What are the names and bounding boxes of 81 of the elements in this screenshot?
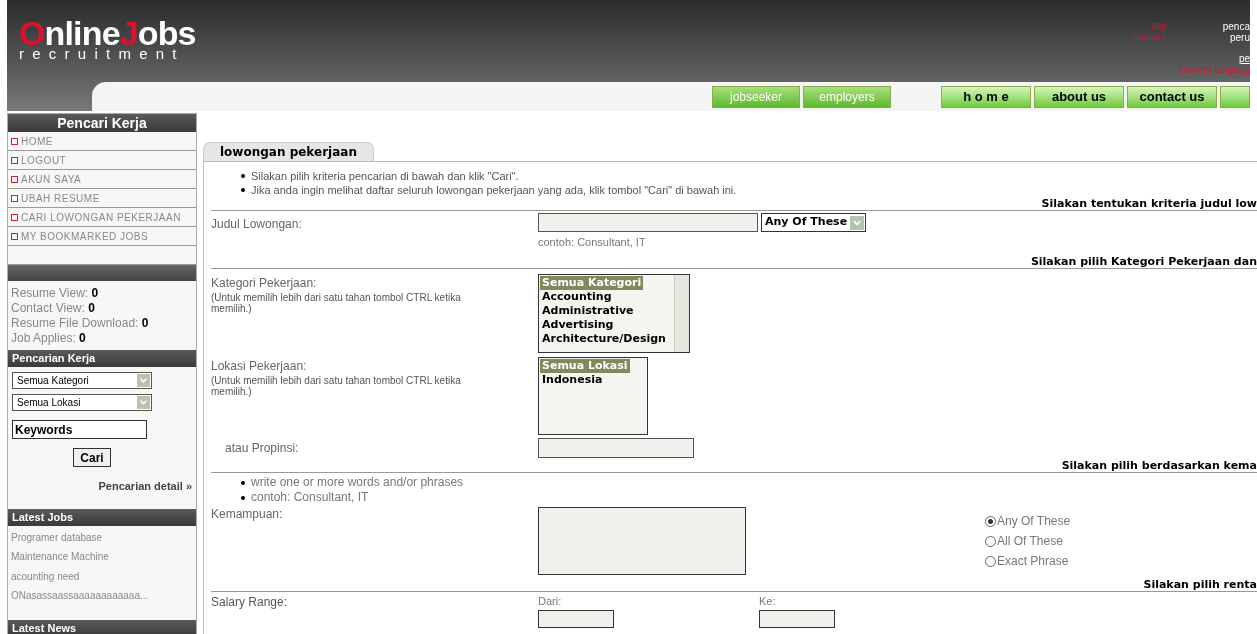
- job-link[interactable]: Programer database: [11, 527, 193, 547]
- stat-line: Contact View: 0: [11, 301, 96, 316]
- skills-field[interactable]: [538, 507, 746, 575]
- match-radio[interactable]: Exact Phrase: [985, 552, 1071, 570]
- sidebar-section-title: Pencari Kerja: [8, 114, 196, 132]
- sidebar-section-title: Latest Jobs: [8, 508, 196, 526]
- field-label: Lokasi Pekerjaan:: [211, 358, 308, 375]
- square-bullet-icon: [11, 232, 18, 240]
- radio-icon[interactable]: [985, 555, 996, 567]
- instruction-text: Silakan pilih kriteria pencarian di bawah dan klik "Cari".: [251, 169, 519, 183]
- stats-value: peru: [1230, 32, 1250, 43]
- keywords-field[interactable]: Keywords: [12, 420, 147, 439]
- salary-from-field[interactable]: [538, 609, 614, 628]
- dropdown-arrow-icon: [137, 396, 150, 409]
- section-heading: Silakan pilih berdasarkan kema: [1061, 459, 1257, 472]
- content-tab[interactable]: lowongan pekerjaan: [203, 142, 374, 161]
- field-label: Ke:: [759, 594, 777, 609]
- tip-text: write one or more words and/or phrases: [251, 475, 464, 490]
- bullet-icon: [241, 495, 245, 500]
- dropdown-arrow-icon: [137, 374, 150, 387]
- section-heading: Silakan tentukan kriteria judul low: [1041, 197, 1257, 210]
- list-box[interactable]: Semua Kategori Accounting Administrative Advertising Architecture/Design: [538, 274, 690, 353]
- field-label: Kategori Pekerjaan:: [211, 275, 318, 292]
- nav-tab[interactable]: h o m e: [941, 86, 1031, 108]
- detail-search-link[interactable]: Pencarian detail »: [98, 478, 192, 495]
- match-radio[interactable]: Any Of These: [985, 512, 1071, 530]
- stat-line: Resume View: 0: [11, 286, 100, 301]
- square-bullet-icon: [11, 213, 18, 221]
- list-option[interactable]: Accounting: [540, 290, 673, 304]
- job-link[interactable]: ONasassaassaaaaaaaaaaaa...: [11, 586, 193, 606]
- square-bullet-icon: [11, 175, 18, 183]
- field-note: (Untuk memilih lebih dari satu tahan tombol CTRL ketika memilih.): [211, 292, 462, 314]
- nav-tab[interactable]: about us: [1034, 86, 1124, 108]
- stats-label: statistics: [1131, 32, 1167, 43]
- search-button[interactable]: Cari: [73, 448, 111, 467]
- bullet-icon: [241, 188, 245, 192]
- section-heading: Silakan pilih renta: [1143, 578, 1257, 591]
- square-bullet-icon: [11, 156, 18, 164]
- job-link[interactable]: acounting need: [11, 566, 193, 586]
- tip-text: contoh: Consultant, IT: [251, 490, 369, 505]
- bullet-icon: [241, 480, 245, 485]
- list-option[interactable]: Semua Lokasi: [540, 359, 630, 373]
- site-logo: OnlineJobs recruitment: [19, 16, 196, 64]
- list-box[interactable]: Semua Lokasi Indonesia: [538, 357, 648, 435]
- match-radio[interactable]: All Of These: [985, 532, 1071, 550]
- list-option[interactable]: Indonesia: [540, 373, 646, 387]
- scrollbar[interactable]: [674, 275, 689, 352]
- section-heading: Silakan pilih Kategori Pekerjaan dan: [1030, 255, 1257, 268]
- stat-line: Job Applies: 0: [11, 331, 87, 346]
- stat-line: Resume File Download: 0: [11, 316, 150, 331]
- square-bullet-icon: [11, 194, 18, 202]
- province-field[interactable]: [538, 438, 694, 458]
- list-option[interactable]: Administrative: [540, 304, 673, 318]
- job-link[interactable]: Maintenance Machine: [11, 547, 193, 567]
- list-option[interactable]: Semua Kategori: [540, 276, 644, 290]
- sidebar-section-title: Pencarian Kerja: [8, 350, 196, 367]
- current-language-label: Current languag: [1178, 64, 1250, 75]
- nav-tab[interactable]: contact us: [1127, 86, 1217, 108]
- square-bullet-icon: [11, 137, 18, 145]
- radio-icon[interactable]: [985, 535, 996, 547]
- stats-label: Site: [1150, 21, 1167, 32]
- hint-text: contoh: Consultant, IT: [538, 235, 647, 250]
- salary-to-field[interactable]: [759, 609, 835, 628]
- language-link[interactable]: pe: [1238, 53, 1250, 64]
- field-label: Judul Lowongan:: [211, 216, 303, 233]
- bullet-icon: [241, 174, 245, 178]
- job-title-field[interactable]: [538, 213, 758, 232]
- field-label: Dari:: [538, 594, 563, 609]
- instruction-text: Jika anda ingin melihat daftar seluruh lowongan pekerjaan yang ada, klik tombol "Cari" di bawah ini.: [251, 183, 737, 197]
- field-label: Salary Range:: [211, 594, 289, 611]
- select-field[interactable]: Semua Lokasi: [12, 394, 152, 411]
- stats-value: penca: [1222, 21, 1250, 32]
- select-field[interactable]: Semua Kategori: [12, 372, 152, 389]
- field-label: atau Propinsi:: [224, 440, 300, 457]
- list-option[interactable]: Architecture/Design: [540, 332, 673, 346]
- radio-icon[interactable]: [985, 515, 996, 527]
- sidebar-section-title: Latest News: [8, 619, 196, 634]
- field-note: (Untuk memilih lebih dari satu tahan tombol CTRL ketika memilih.): [211, 375, 462, 397]
- match-select[interactable]: Any Of These: [761, 213, 867, 232]
- field-label: Kemampuan:: [211, 506, 284, 523]
- list-option[interactable]: Advertising: [540, 318, 673, 332]
